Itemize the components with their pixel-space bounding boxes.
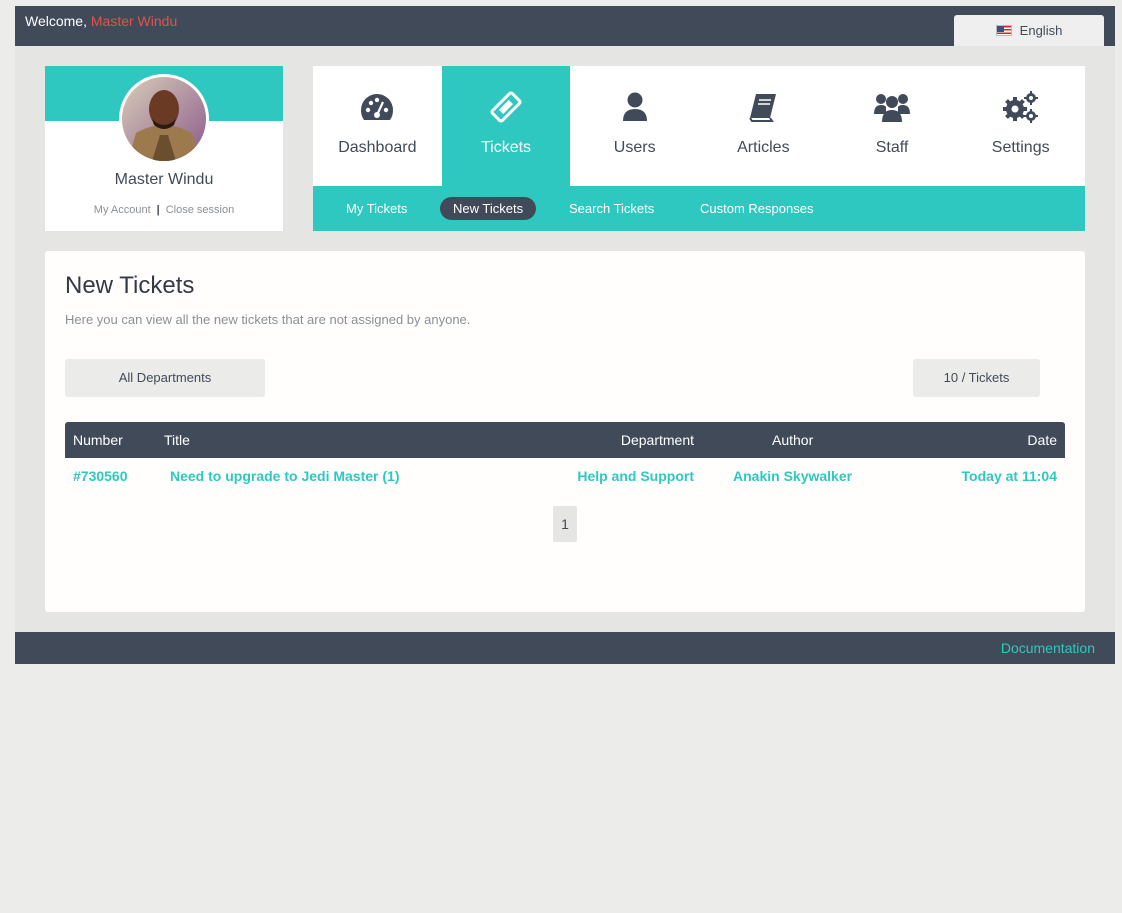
- nav-users-label: Users: [613, 139, 656, 156]
- nav-tickets-label: Tickets: [480, 139, 532, 156]
- column-date[interactable]: Date: [1027, 422, 1057, 458]
- language-selector[interactable]: English: [954, 15, 1104, 46]
- nav-settings-label: Settings: [991, 139, 1050, 156]
- us-flag-icon: [995, 25, 1012, 36]
- profile-name: Master Windu: [114, 171, 214, 188]
- ticket-title[interactable]: Need to upgrade to Jedi Master (1): [170, 458, 399, 494]
- page-title: New Tickets: [65, 272, 195, 299]
- subnav-custom-responses[interactable]: Custom Responses: [687, 197, 826, 220]
- dashboard-icon: [359, 90, 395, 124]
- nav-staff[interactable]: Staff: [828, 66, 957, 186]
- top-bar: Welcome, Master Windu English: [15, 6, 1115, 46]
- group-icon: [874, 90, 911, 124]
- ticket-number[interactable]: #730560: [73, 458, 128, 494]
- welcome-message: Welcome, Master Windu: [25, 13, 177, 29]
- nav-dashboard-label: Dashboard: [338, 139, 417, 156]
- nav-users[interactable]: Users: [570, 66, 699, 186]
- column-number[interactable]: Number: [73, 422, 123, 458]
- nav-settings[interactable]: Settings: [956, 66, 1085, 186]
- ticket-icon: [488, 90, 524, 124]
- nav-tickets[interactable]: Tickets: [441, 66, 571, 186]
- page-size-dropdown[interactable]: 10 / Tickets: [913, 359, 1040, 397]
- my-account-link[interactable]: My Account: [94, 204, 151, 216]
- nav-articles-label: Articles: [737, 139, 790, 156]
- language-label: English: [1019, 23, 1063, 38]
- documentation-link[interactable]: Documentation: [1001, 640, 1095, 656]
- subnav-search-tickets[interactable]: Search Tickets: [556, 197, 667, 220]
- user-icon: [617, 90, 653, 124]
- ticket-date: Today at 11:04: [961, 468, 1057, 484]
- main-container: Master Windu My Account | Close session Da…: [15, 46, 1115, 632]
- column-title[interactable]: Title: [164, 422, 190, 458]
- column-department[interactable]: Department: [621, 422, 694, 458]
- pagination-page-1[interactable]: 1: [553, 506, 577, 542]
- close-session-link[interactable]: Close session: [166, 204, 234, 216]
- gears-icon: [1002, 90, 1039, 124]
- sub-nav: My Tickets New Tickets Search Tickets Cu…: [313, 186, 1085, 231]
- nav-articles[interactable]: Articles: [699, 66, 828, 186]
- subnav-my-tickets[interactable]: My Tickets: [333, 197, 420, 220]
- avatar: [119, 74, 209, 164]
- profile-card: Master Windu My Account | Close session: [45, 66, 283, 231]
- column-author[interactable]: Author: [772, 422, 813, 458]
- book-icon: [745, 90, 781, 124]
- subnav-new-tickets[interactable]: New Tickets: [440, 197, 537, 220]
- content-panel: New Tickets Here you can view all the ne…: [45, 251, 1085, 612]
- table-header: Number Title Department Author Date: [65, 422, 1065, 458]
- table-row[interactable]: #730560 Need to upgrade to Jedi Master (…: [65, 458, 1065, 494]
- welcome-user-name[interactable]: Master Windu: [91, 13, 177, 29]
- profile-links: My Account | Close session: [45, 204, 283, 216]
- ticket-author[interactable]: Anakin Skywalker: [733, 458, 852, 494]
- link-separator: |: [156, 204, 160, 216]
- nav-staff-label: Staff: [875, 139, 909, 156]
- footer: Documentation: [15, 632, 1115, 664]
- nav-dashboard[interactable]: Dashboard: [313, 66, 442, 186]
- department-filter-dropdown[interactable]: All Departments: [65, 359, 265, 397]
- ticket-department[interactable]: Help and Support: [577, 458, 694, 494]
- page-description: Here you can view all the new tickets th…: [65, 312, 471, 327]
- welcome-label: Welcome,: [25, 13, 87, 29]
- main-nav: Dashboard Tickets Users Articles Staff S…: [313, 66, 1085, 186]
